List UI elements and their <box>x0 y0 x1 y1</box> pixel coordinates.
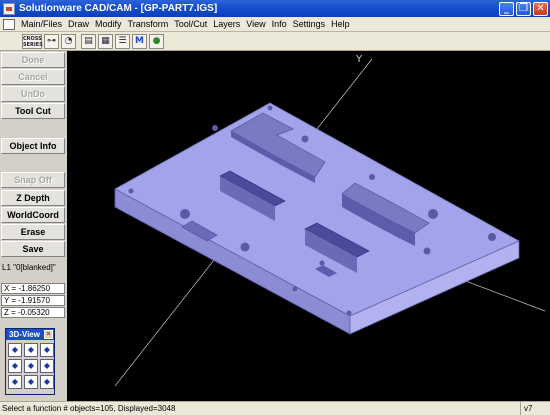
close-button[interactable]: ✕ <box>533 1 548 16</box>
save-button[interactable]: Save <box>1 241 65 257</box>
world-coord-button[interactable]: WorldCoord <box>1 207 65 223</box>
object-info-button[interactable]: Object Info <box>1 138 65 154</box>
restore-button[interactable]: ❐ <box>516 1 531 16</box>
y-axis-label: Y <box>355 54 363 65</box>
z-depth-button[interactable]: Z Depth <box>1 190 65 206</box>
status-message: Select a function # objects=105, Display… <box>2 404 176 413</box>
palette-title-bar[interactable]: 3D-View × <box>6 329 54 340</box>
globe-icon[interactable]: ● <box>149 33 164 49</box>
info-card-icon[interactable]: CROSS SERIES <box>22 33 43 49</box>
menu-transform[interactable]: Transform <box>125 19 172 29</box>
hole-12 <box>423 247 431 255</box>
toolbar: CROSS SERIES ⊶ ◔ ▤ ▦ ☰ M ● <box>0 32 550 51</box>
undo-button[interactable]: UnDo <box>1 86 65 102</box>
hole-10 <box>292 286 298 292</box>
palette-close-button[interactable]: × <box>44 330 53 339</box>
print-icon[interactable]: ▦ <box>98 33 113 49</box>
hole-1 <box>267 105 273 111</box>
done-button[interactable]: Done <box>1 52 65 68</box>
hole-4 <box>128 188 134 194</box>
x-coordinate: X = -1.86250 <box>1 283 65 294</box>
line-tool-icon[interactable]: ⊶ <box>44 33 59 49</box>
3d-view-palette: 3D-View × ◆ ◆ ◆ ◆ ◆ ◆ ◆ ◆ ◆ <box>5 328 55 395</box>
machine-icon[interactable]: M <box>132 33 147 49</box>
current-layer-label[interactable]: L1 "0[blanked]" <box>2 263 56 272</box>
hole-9 <box>488 233 496 241</box>
title-bar[interactable]: Solutionware CAD/CAM - [GP-PART7.IGS] _ … <box>0 0 550 17</box>
app-window: Solutionware CAD/CAM - [GP-PART7.IGS] _ … <box>0 0 550 415</box>
menu-bar: Main/Files Draw Modify Transform Tool/Cu… <box>0 17 550 32</box>
hole-8 <box>428 209 438 219</box>
view-top-icon[interactable]: ◆ <box>24 359 38 373</box>
hole-13 <box>319 260 325 266</box>
hole-7 <box>369 174 375 180</box>
z-coordinate: Z = -0.05320 <box>1 307 65 318</box>
menu-main-files[interactable]: Main/Files <box>18 19 65 29</box>
menu-help[interactable]: Help <box>328 19 353 29</box>
hole-2 <box>212 125 218 131</box>
palette-title: 3D-View <box>9 330 40 339</box>
app-icon <box>3 2 15 15</box>
status-bar: Select a function # objects=105, Display… <box>0 401 550 415</box>
menu-draw[interactable]: Draw <box>65 19 92 29</box>
document-menu-icon[interactable] <box>3 18 15 30</box>
view-back-right-icon[interactable]: ◆ <box>40 375 54 389</box>
cad-viewport[interactable]: Y <box>67 51 550 401</box>
hole-6 <box>240 242 250 252</box>
snap-off-button[interactable]: Snap Off <box>1 172 65 188</box>
menu-tool-cut[interactable]: Tool/Cut <box>171 19 210 29</box>
minimize-button[interactable]: _ <box>499 1 514 16</box>
view-back-icon[interactable]: ◆ <box>24 375 38 389</box>
view-button-grid: ◆ ◆ ◆ ◆ ◆ ◆ ◆ ◆ ◆ <box>6 340 54 392</box>
hole-3 <box>301 135 309 143</box>
view-front-right-icon[interactable]: ◆ <box>40 343 54 357</box>
menu-modify[interactable]: Modify <box>92 19 125 29</box>
clock-icon[interactable]: ◔ <box>61 33 76 49</box>
list-icon[interactable]: ☰ <box>115 33 130 49</box>
hole-5 <box>180 209 190 219</box>
hole-11 <box>346 310 352 316</box>
menu-view[interactable]: View <box>243 19 268 29</box>
view-right-icon[interactable]: ◆ <box>40 359 54 373</box>
document-icon[interactable]: ▤ <box>81 33 96 49</box>
version-label: v7 <box>520 402 548 415</box>
window-title: Solutionware CAD/CAM - [GP-PART7.IGS] <box>19 3 218 14</box>
view-left-icon[interactable]: ◆ <box>8 359 22 373</box>
part-model-drawing: Y <box>114 54 546 387</box>
menu-info[interactable]: Info <box>269 19 290 29</box>
tool-cut-button[interactable]: Tool Cut <box>1 103 65 119</box>
view-front-icon[interactable]: ◆ <box>24 343 38 357</box>
erase-button[interactable]: Erase <box>1 224 65 240</box>
menu-layers[interactable]: Layers <box>210 19 243 29</box>
menu-settings[interactable]: Settings <box>290 19 329 29</box>
y-coordinate: Y = -1.91570 <box>1 295 65 306</box>
view-back-left-icon[interactable]: ◆ <box>8 375 22 389</box>
cancel-button[interactable]: Cancel <box>1 69 65 85</box>
view-front-left-icon[interactable]: ◆ <box>8 343 22 357</box>
